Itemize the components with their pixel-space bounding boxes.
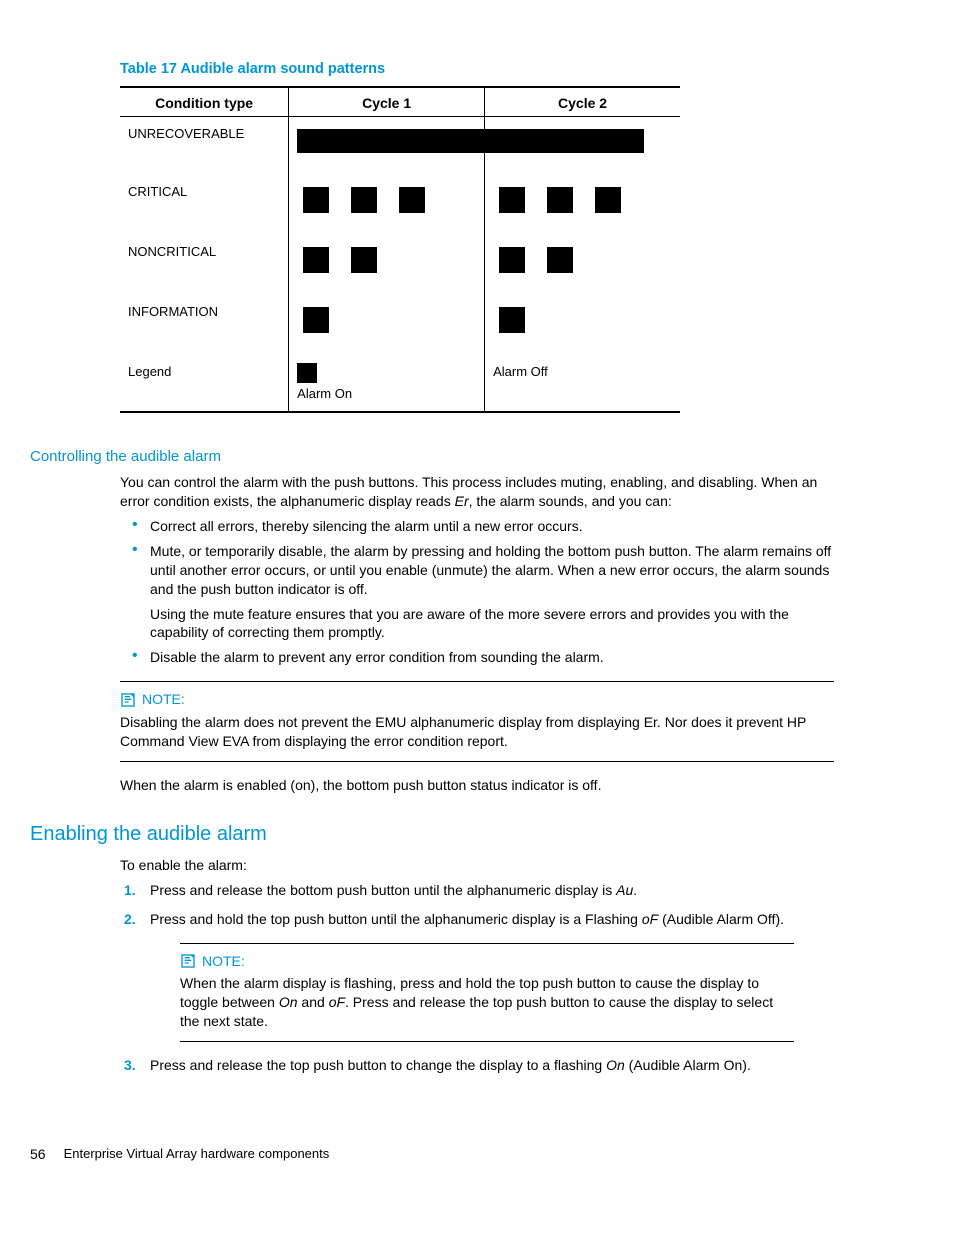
th-cycle2: Cycle 2 bbox=[485, 87, 680, 117]
cond-legend: Legend bbox=[120, 355, 289, 412]
list-item: Press and hold the top push button until… bbox=[150, 910, 834, 1042]
body-paragraph: To enable the alarm: bbox=[120, 856, 834, 875]
body-paragraph: Using the mute feature ensures that you … bbox=[150, 605, 834, 643]
heading-enabling: Enabling the audible alarm bbox=[30, 821, 834, 848]
cond-critical: CRITICAL bbox=[120, 175, 289, 235]
th-condition: Condition type bbox=[120, 87, 289, 117]
body-paragraph: When the alarm is enabled (on), the bott… bbox=[120, 776, 834, 795]
cond-information: INFORMATION bbox=[120, 295, 289, 355]
ordered-steps: Press and release the bottom push button… bbox=[120, 881, 834, 1075]
list-item: Disable the alarm to prevent any error c… bbox=[138, 648, 834, 667]
table-row: UNRECOVERABLE bbox=[120, 117, 680, 176]
list-item: Press and release the bottom push button… bbox=[150, 881, 834, 900]
note-label: NOTE: bbox=[120, 690, 834, 709]
bullet-list: Correct all errors, thereby silencing th… bbox=[120, 517, 834, 667]
subheading-controlling: Controlling the audible alarm bbox=[30, 447, 834, 467]
note-text: Disabling the alarm does not prevent the… bbox=[120, 713, 834, 751]
table-row: Legend Alarm On Alarm Off bbox=[120, 355, 680, 412]
cond-noncritical: NONCRITICAL bbox=[120, 235, 289, 295]
list-item: Correct all errors, thereby silencing th… bbox=[138, 517, 834, 536]
footer-title: Enterprise Virtual Array hardware compon… bbox=[64, 1145, 330, 1164]
note-block: NOTE: Disabling the alarm does not preve… bbox=[120, 681, 834, 762]
pattern-1pulse bbox=[493, 303, 672, 333]
note-icon bbox=[180, 953, 196, 969]
table-row: INFORMATION bbox=[120, 295, 680, 355]
table-title: Table 17 Audible alarm sound patterns bbox=[120, 60, 834, 80]
note-text: When the alarm display is flashing, pres… bbox=[180, 974, 794, 1031]
note-label: NOTE: bbox=[180, 952, 794, 971]
pattern-2pulse bbox=[493, 243, 672, 273]
pattern-1pulse bbox=[297, 303, 476, 333]
pattern-3pulse bbox=[297, 183, 476, 213]
body-paragraph: You can control the alarm with the push … bbox=[120, 473, 834, 511]
page-number: 56 bbox=[30, 1145, 46, 1164]
pattern-2pulse bbox=[297, 243, 476, 273]
table-row: NONCRITICAL bbox=[120, 235, 680, 295]
legend-on: Alarm On bbox=[289, 355, 485, 412]
alarm-patterns-table: Condition type Cycle 1 Cycle 2 UNRECOVER… bbox=[120, 86, 680, 413]
legend-on-label: Alarm On bbox=[297, 386, 352, 401]
legend-off-label: Alarm Off bbox=[493, 364, 548, 379]
page-footer: 56 Enterprise Virtual Array hardware com… bbox=[30, 1145, 834, 1164]
pattern-3pulse bbox=[493, 183, 672, 213]
note-block: NOTE: When the alarm display is flashing… bbox=[180, 943, 794, 1043]
table-row: CRITICAL bbox=[120, 175, 680, 235]
pattern-solid bbox=[297, 129, 484, 153]
list-item: Press and release the top push button to… bbox=[150, 1056, 834, 1075]
note-icon bbox=[120, 692, 136, 708]
list-item: Mute, or temporarily disable, the alarm … bbox=[138, 542, 834, 642]
legend-off: Alarm Off bbox=[485, 355, 680, 412]
th-cycle1: Cycle 1 bbox=[289, 87, 485, 117]
cond-unrecoverable: UNRECOVERABLE bbox=[120, 117, 289, 176]
pattern-solid bbox=[485, 129, 644, 153]
